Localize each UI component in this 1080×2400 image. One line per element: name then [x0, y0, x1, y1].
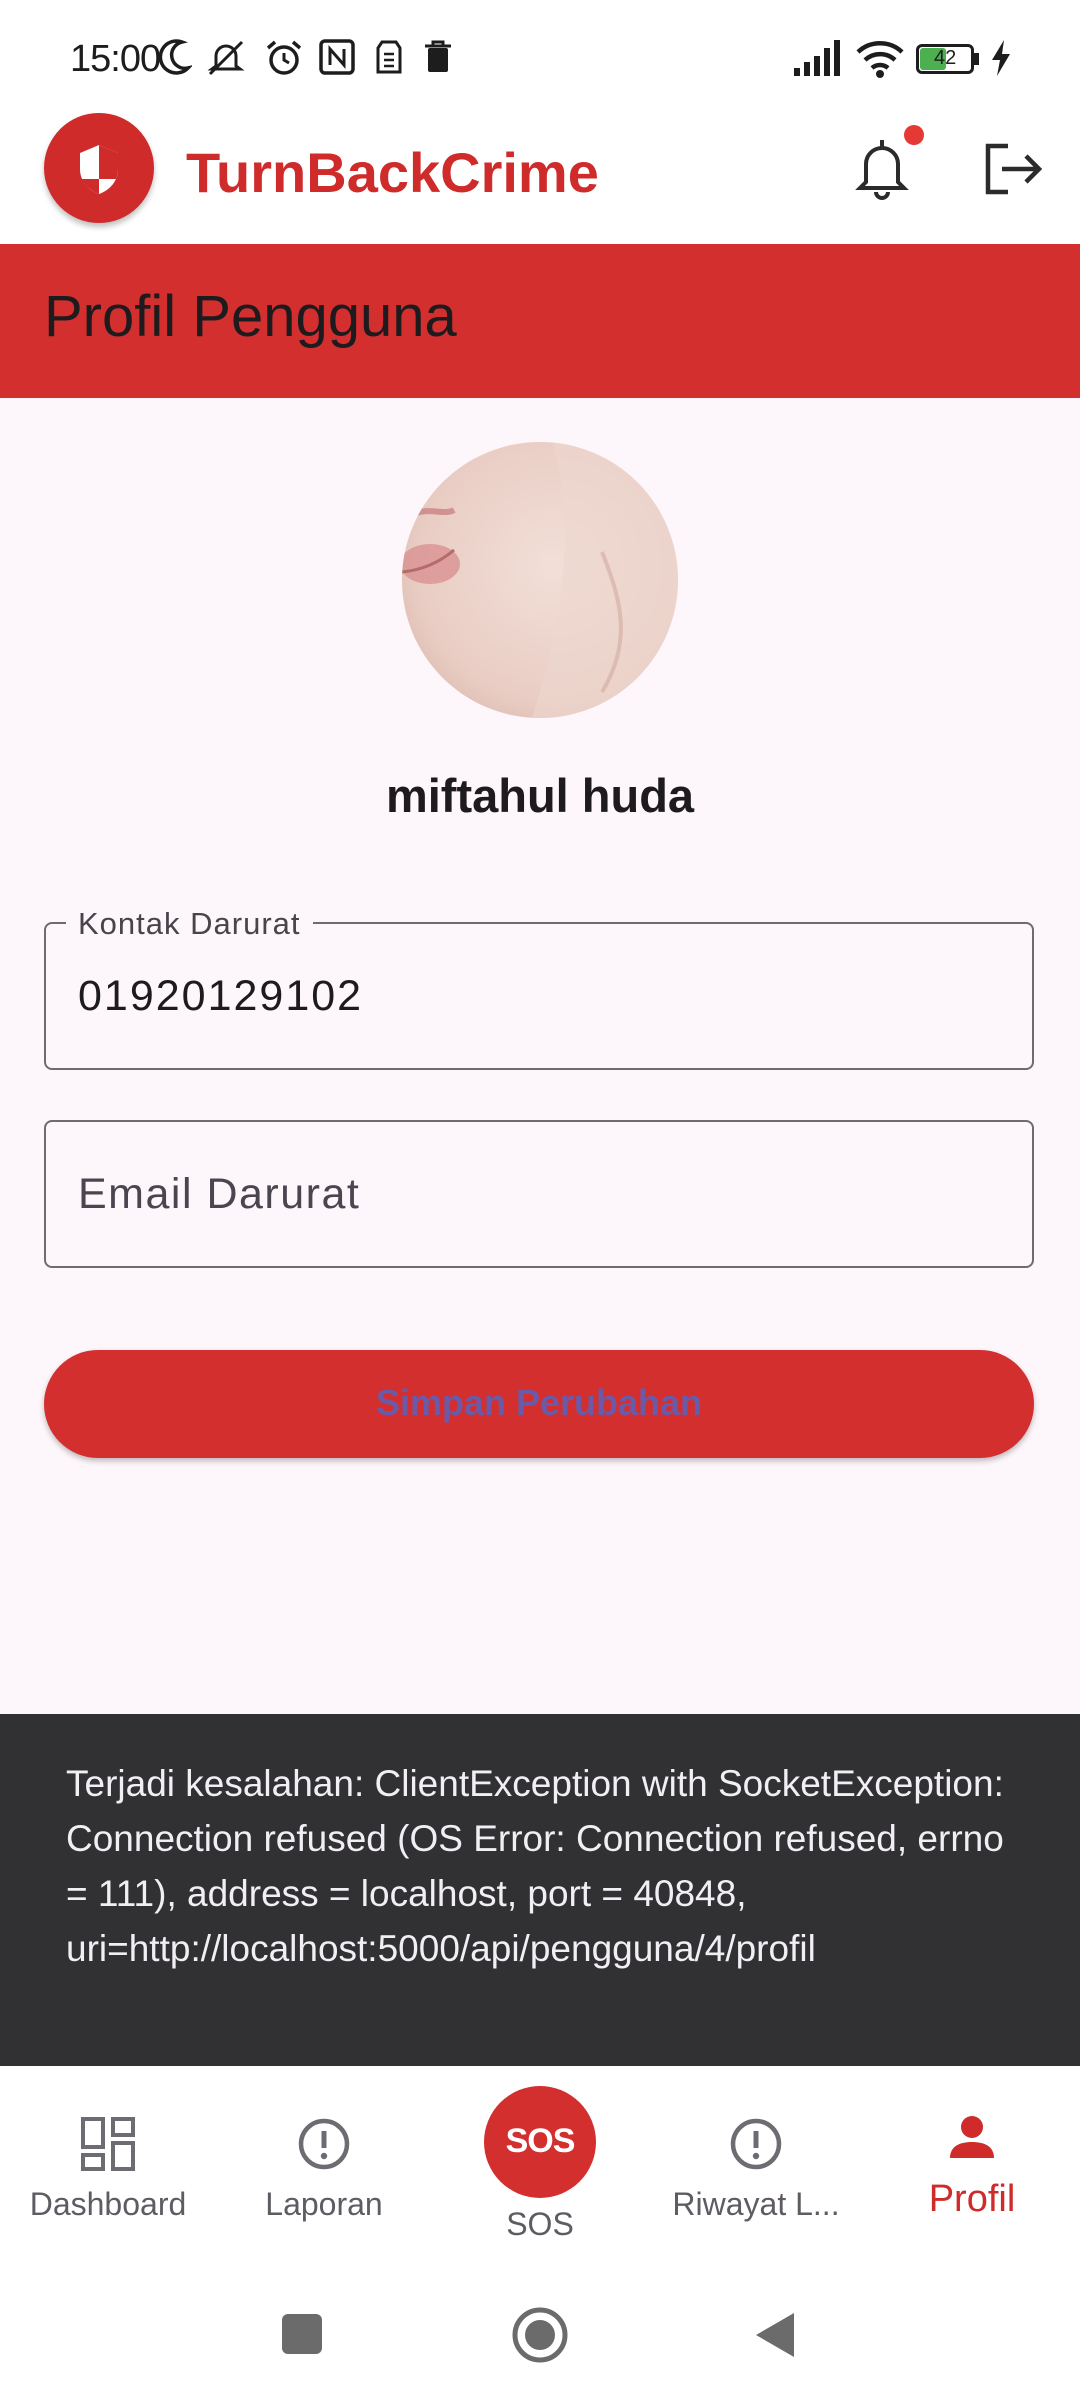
emergency-contact-label: Kontak Darurat [66, 906, 313, 942]
dashboard-icon [81, 2117, 135, 2171]
trash-icon [425, 40, 451, 72]
recents-button[interactable] [282, 2314, 322, 2354]
nav-item-riwayat[interactable]: Riwayat L... [648, 2066, 864, 2270]
shield-icon [80, 145, 118, 194]
save-changes-button[interactable]: Simpan Perubahan [44, 1350, 1034, 1458]
nav-label-dashboard: Dashboard [29, 2186, 187, 2222]
avatar[interactable] [402, 442, 678, 718]
nav-label-profil: Profil [928, 2178, 1016, 2220]
nav-item-laporan[interactable]: Laporan [216, 2066, 432, 2270]
battery-icon: 42 [916, 44, 980, 76]
alert-circle-icon [730, 2118, 782, 2170]
save-changes-label: Simpan Perubahan [375, 1382, 703, 1423]
alarm-icon [266, 40, 302, 75]
error-message: Terjadi kesalahan: ClientException with … [66, 1763, 1004, 1969]
emergency-contact-value[interactable]: 01920129102 [78, 972, 363, 1021]
home-button[interactable] [510, 2305, 570, 2365]
page-title: Profil Pengguna [44, 284, 457, 349]
person-icon [950, 2116, 994, 2158]
sim-icon [376, 40, 402, 74]
nav-item-profil[interactable]: Profil [864, 2066, 1080, 2270]
moon-icon [158, 39, 192, 75]
sos-icon: SOS [505, 2122, 576, 2160]
nfc-icon [319, 39, 355, 75]
nav-item-dashboard[interactable]: Dashboard [0, 2066, 216, 2270]
avatar-photo [402, 442, 678, 718]
sos-button[interactable]: SOS [484, 2086, 596, 2198]
notification-badge [904, 125, 924, 145]
nav-label-laporan: Laporan [265, 2186, 383, 2222]
emergency-email-placeholder[interactable]: Email Darurat [78, 1170, 360, 1219]
back-button[interactable] [752, 2310, 798, 2360]
emergency-contact-field[interactable]: Kontak Darurat 01920129102 [44, 906, 1034, 1070]
charging-icon [992, 40, 1010, 76]
mute-bell-icon [207, 40, 245, 76]
nav-label-riwayat: Riwayat L... [672, 2186, 840, 2222]
profile-name: miftahul huda [385, 769, 695, 822]
nav-label-sos: SOS [506, 2206, 574, 2242]
wifi-icon [856, 41, 904, 78]
logout-icon[interactable] [982, 138, 1044, 200]
app-title: TurnBackCrime [186, 141, 599, 204]
battery-level: 42 [934, 47, 957, 69]
alert-circle-icon [298, 2118, 350, 2170]
status-time: 15:00 [70, 38, 161, 80]
app-logo [44, 113, 154, 223]
emergency-email-field[interactable]: Email Darurat [44, 1120, 1034, 1268]
notification-bell-icon[interactable] [852, 134, 912, 204]
signal-icon [794, 40, 840, 76]
